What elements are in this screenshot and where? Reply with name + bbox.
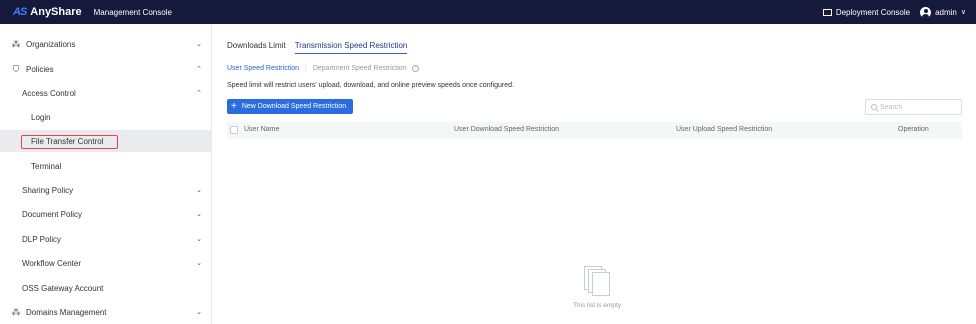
sidebar-item-label: Sharing Policy — [22, 185, 74, 195]
top-bar: AS AnyShare Management Console Deploymen… — [0, 0, 976, 24]
deployment-console-label: Deployment Console — [835, 7, 911, 17]
description-text: Speed limit will restrict users' upload,… — [227, 82, 514, 89]
new-button-label: New Download Speed Restriction — [241, 103, 347, 110]
sidebar-item-label: OSS Gateway Account — [22, 283, 104, 293]
sidebar-item-oss-gateway-account[interactable]: OSS Gateway Account — [0, 277, 211, 299]
user-name: admin — [935, 7, 957, 17]
search-input[interactable]: Search — [865, 99, 962, 115]
column-header-operation: Operation — [898, 126, 929, 133]
sidebar-item-label: Document Policy — [22, 209, 83, 219]
column-header-download-restriction: User Download Speed Restriction — [454, 126, 560, 133]
chevron-up-icon: ⌃ — [196, 66, 202, 73]
sidebar-item-login[interactable]: Login — [0, 106, 211, 128]
selection-highlight — [21, 135, 118, 149]
logo[interactable]: AS AnyShare — [13, 6, 82, 18]
new-download-speed-restriction-button[interactable]: + New Download Speed Restriction — [227, 99, 353, 114]
column-header-user-name: User Name — [244, 126, 280, 133]
column-header-upload-restriction: User Upload Speed Restriction — [676, 126, 773, 133]
monitor-icon — [822, 8, 832, 16]
chevron-up-icon: ⌃ — [196, 90, 202, 97]
subtab-department-speed-restriction[interactable]: Department Speed Restriction — [313, 65, 407, 72]
empty-state-text: This list is empty — [572, 302, 622, 309]
sidebar-item-label: DLP Policy — [22, 234, 61, 244]
sidebar-item-terminal[interactable]: Terminal — [0, 155, 211, 177]
logo-text: AnyShare — [30, 6, 82, 18]
sidebar-item-label: Access Control — [22, 88, 76, 98]
sidebar-item-sharing-policy[interactable]: Sharing Policy ⌄ — [0, 179, 211, 201]
sidebar-item-label: Organizations — [26, 39, 76, 49]
organization-icon: ⁂ — [11, 39, 21, 49]
sidebar-item-policies[interactable]: ⛉ Policies ⌃ — [0, 58, 211, 80]
plus-icon: + — [231, 100, 237, 112]
sidebar-item-dlp-policy[interactable]: DLP Policy ⌄ — [0, 228, 211, 250]
subtab-divider: | — [304, 65, 307, 72]
avatar-icon — [920, 6, 932, 18]
tab-bar: Downloads Limit Transmission Speed Restr… — [227, 41, 416, 54]
subtab-user-speed-restriction[interactable]: User Speed Restriction — [227, 65, 299, 72]
logo-mark: AS — [13, 6, 27, 18]
chevron-down-icon: ⌄ — [196, 211, 202, 218]
tab-transmission-speed-restriction[interactable]: Transmission Speed Restriction — [294, 41, 408, 54]
sidebar-item-document-policy[interactable]: Document Policy ⌄ — [0, 203, 211, 225]
chevron-down-icon: ⌄ — [196, 187, 202, 194]
main-content: Downloads Limit Transmission Speed Restr… — [213, 24, 976, 324]
search-icon — [871, 104, 877, 110]
chevron-down-icon: ⌄ — [196, 236, 202, 243]
empty-list-icon — [582, 266, 612, 298]
sidebar: ⁂ Organizations ⌄ ⛉ Policies ⌃ Access Co… — [0, 24, 212, 324]
sidebar-item-label: Policies — [26, 64, 54, 74]
subtab-bar: User Speed Restriction | Department Spee… — [227, 65, 419, 72]
sidebar-item-domains-management[interactable]: ⁂ Domains Management ⌄ — [0, 301, 211, 323]
empty-state: This list is empty — [553, 266, 641, 309]
domain-icon: ⁂ — [11, 307, 21, 317]
chevron-down-icon: ∨ — [960, 9, 966, 16]
sidebar-item-label: Domains Management — [26, 307, 107, 317]
user-menu[interactable]: admin ∨ — [920, 6, 966, 18]
chevron-down-icon: ⌄ — [196, 260, 202, 267]
sidebar-item-organizations[interactable]: ⁂ Organizations ⌄ — [0, 33, 211, 55]
deployment-console-link[interactable]: Deployment Console — [822, 7, 911, 17]
chevron-down-icon: ⌄ — [196, 41, 202, 48]
select-all-checkbox[interactable] — [230, 126, 238, 134]
search-placeholder: Search — [880, 103, 903, 111]
sidebar-item-label: Workflow Center — [22, 258, 81, 268]
sidebar-item-label: Terminal — [31, 161, 62, 171]
tab-downloads-limit[interactable]: Downloads Limit — [227, 41, 286, 54]
help-icon[interactable]: ? — [411, 65, 419, 72]
shield-icon: ⛉ — [12, 64, 20, 74]
table-header: User Name User Download Speed Restrictio… — [227, 122, 962, 139]
console-title: Management Console — [93, 7, 172, 17]
sidebar-item-access-control[interactable]: Access Control ⌃ — [0, 82, 211, 104]
sidebar-item-label: Login — [31, 112, 51, 122]
chevron-down-icon: ⌄ — [196, 309, 202, 316]
sidebar-item-workflow-center[interactable]: Workflow Center ⌄ — [0, 252, 211, 274]
